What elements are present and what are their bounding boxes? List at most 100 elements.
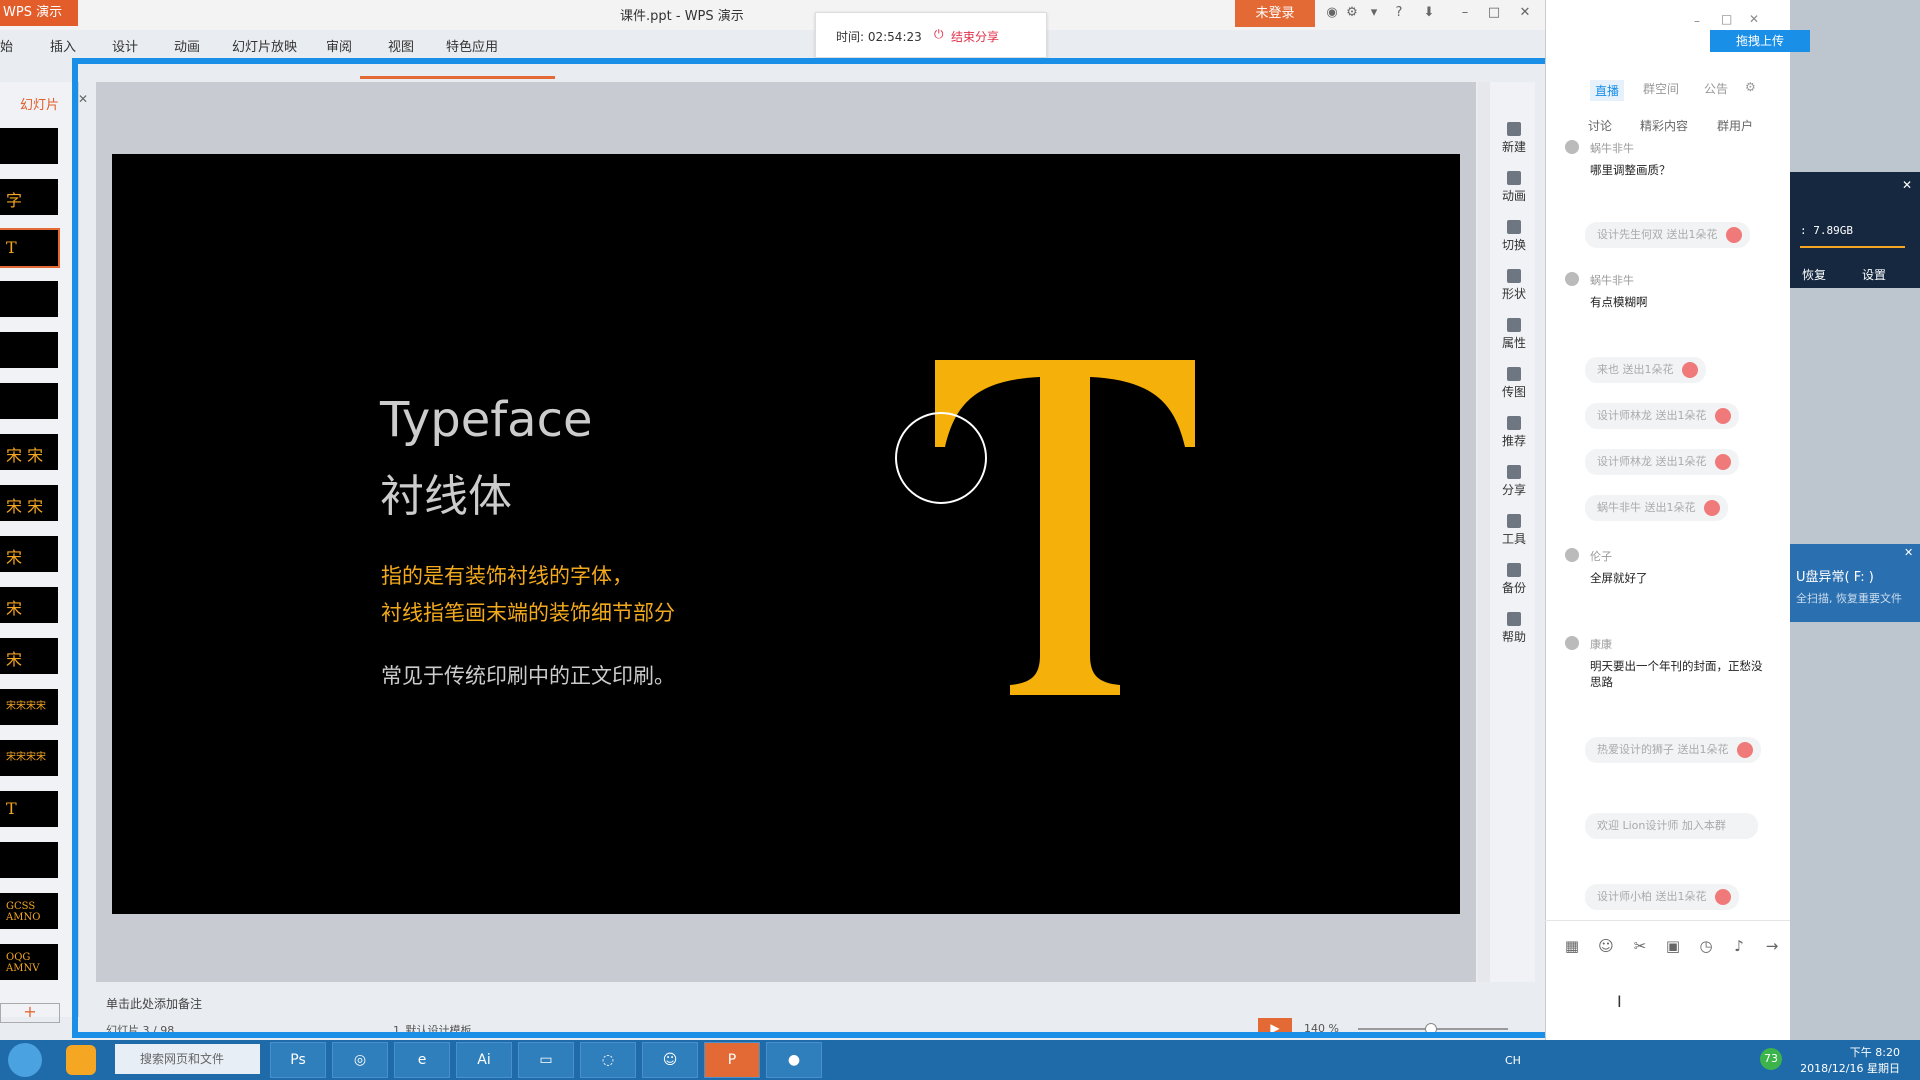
browser-icon[interactable]: ◎	[332, 1042, 388, 1078]
chat-settings-icon[interactable]: ⚙	[1745, 80, 1756, 94]
clock-icon[interactable]: ◷	[1697, 937, 1715, 955]
tool-shape[interactable]: 形状	[1496, 269, 1532, 302]
chat-minimize-icon[interactable]: –	[1694, 14, 1700, 28]
wps-presentation-icon[interactable]: P	[704, 1042, 760, 1078]
chat-username[interactable]: 康康	[1590, 636, 1612, 652]
tool-recommend[interactable]: 推荐	[1496, 416, 1532, 449]
emoji-icon[interactable]: ☺	[1597, 937, 1615, 955]
wechat-icon[interactable]: ◌	[580, 1042, 636, 1078]
slides-panel-title[interactable]: 幻灯片	[20, 94, 59, 113]
ie-icon[interactable]: e	[394, 1042, 450, 1078]
vertical-scrollbar[interactable]	[1478, 82, 1490, 982]
menu-view[interactable]: 视图	[388, 36, 414, 55]
subtab-members[interactable]: 群用户	[1717, 117, 1753, 134]
gift-icon[interactable]: ▦	[1563, 937, 1581, 955]
app-menu-button[interactable]: WPS 演示	[0, 0, 78, 26]
end-share-button[interactable]: 结束分享	[951, 28, 999, 45]
tool-upload-image[interactable]: 传图	[1496, 367, 1532, 400]
slide-thumbnail[interactable]: 字	[0, 179, 58, 215]
taskbar-search[interactable]: 搜索网页和文件	[115, 1044, 260, 1074]
slide-thumbnail[interactable]	[0, 383, 58, 419]
chat-maximize-icon[interactable]: □	[1721, 12, 1732, 26]
play-icon[interactable]: ▶	[1258, 1018, 1292, 1038]
restore-button[interactable]: 恢复	[1802, 266, 1826, 283]
upload-button[interactable]: 拖拽上传	[1710, 30, 1810, 52]
slide-thumbnail[interactable]: 宋 宋	[0, 485, 58, 521]
app-launcher-icon[interactable]	[66, 1045, 96, 1075]
settings-icon[interactable]: ⚙	[1345, 6, 1359, 20]
chat-username[interactable]: 伦子	[1590, 548, 1612, 564]
slide-thumbnail[interactable]: 宋	[0, 638, 58, 674]
send-icon[interactable]: →	[1763, 937, 1781, 955]
usb-alert[interactable]: U盘异常( F: ) 全扫描, 恢复重要文件 ✕	[1790, 544, 1920, 622]
illustrator-icon[interactable]: Ai	[456, 1042, 512, 1078]
settings-button[interactable]: 设置	[1862, 266, 1886, 283]
slide-thumbnail[interactable]	[0, 128, 58, 164]
tab-group-space[interactable]: 群空间	[1643, 80, 1679, 97]
battery-badge[interactable]: 73	[1760, 1048, 1782, 1070]
scissors-icon[interactable]: ✂	[1631, 937, 1649, 955]
feedback-icon[interactable]: ▾	[1367, 6, 1381, 20]
tool-help[interactable]: 帮助	[1496, 612, 1532, 645]
login-button[interactable]: 未登录	[1235, 0, 1315, 27]
avatar[interactable]	[1565, 548, 1579, 562]
ime-indicator[interactable]: CH	[1505, 1054, 1521, 1067]
tab-live[interactable]: 直播	[1590, 80, 1625, 101]
slide-thumbnail[interactable]: OQG AMNV	[0, 944, 58, 980]
close-panel-icon[interactable]: ✕	[78, 92, 88, 106]
avatar[interactable]	[1565, 636, 1579, 650]
tool-share[interactable]: 分享	[1496, 465, 1532, 498]
slide-thumbnail[interactable]: 宋宋宋宋	[0, 689, 58, 725]
slide-thumbnail[interactable]: 宋	[0, 587, 58, 623]
avatar[interactable]	[1565, 140, 1579, 154]
slide-thumbnail[interactable]	[0, 842, 58, 878]
tool-properties[interactable]: 属性	[1496, 318, 1532, 351]
slide-thumbnail[interactable]	[0, 281, 58, 317]
slide-thumbnail[interactable]: 宋宋宋宋	[0, 740, 58, 776]
widget-close-icon[interactable]: ✕	[1902, 178, 1912, 192]
slide-thumbnail[interactable]: 宋	[0, 536, 58, 572]
menu-animation[interactable]: 动画	[174, 36, 200, 55]
slide-thumbnail[interactable]: T	[0, 791, 58, 827]
subtab-discuss[interactable]: 讨论	[1588, 117, 1612, 134]
zoom-slider-handle[interactable]	[1425, 1023, 1437, 1035]
tab-notice[interactable]: 公告	[1704, 80, 1728, 97]
slide-thumbnail[interactable]: GCSS AMNO	[0, 893, 58, 929]
chat-close-icon[interactable]: ✕	[1749, 12, 1759, 26]
menu-insert[interactable]: 插入	[50, 36, 76, 55]
tool-animation[interactable]: 动画	[1496, 171, 1532, 204]
obs-icon[interactable]: ●	[766, 1042, 822, 1078]
image-icon[interactable]: ▣	[1664, 937, 1682, 955]
add-slide-button[interactable]: +	[0, 1003, 60, 1023]
slide-thumbnail[interactable]: 宋 宋	[0, 434, 58, 470]
slide-thumbnail[interactable]	[0, 332, 58, 368]
tool-tools[interactable]: 工具	[1496, 514, 1532, 547]
photoshop-icon[interactable]: Ps	[270, 1042, 326, 1078]
chat-username[interactable]: 蜗牛非牛	[1590, 272, 1634, 288]
help-icon[interactable]: ?	[1392, 6, 1406, 20]
tool-transition[interactable]: 切换	[1496, 220, 1532, 253]
taskbar-clock[interactable]: 下午 8:20 2018/12/16 星期日	[1780, 1044, 1900, 1076]
bell-icon[interactable]: ♪	[1730, 937, 1748, 955]
tool-new[interactable]: 新建	[1496, 122, 1532, 155]
chat-username[interactable]: 蜗牛非牛	[1590, 140, 1634, 156]
maximize-icon[interactable]: □	[1487, 6, 1501, 20]
chat-app-icon[interactable]: ☺	[642, 1042, 698, 1078]
tool-backup[interactable]: 备份	[1496, 563, 1532, 596]
menu-slideshow[interactable]: 幻灯片放映	[232, 36, 297, 55]
menu-review[interactable]: 审阅	[326, 36, 352, 55]
menu-special[interactable]: 特色应用	[446, 36, 498, 55]
minimize-icon[interactable]: –	[1458, 6, 1472, 20]
menu-home[interactable]: 始	[0, 36, 13, 55]
slide[interactable]	[112, 154, 1460, 914]
start-button[interactable]	[8, 1043, 42, 1077]
avatar[interactable]	[1565, 272, 1579, 286]
subtab-highlights[interactable]: 精彩内容	[1640, 117, 1688, 134]
skin-icon[interactable]: ◉	[1325, 6, 1339, 20]
folder-icon[interactable]: ▭	[518, 1042, 574, 1078]
download-icon[interactable]: ⬇	[1422, 6, 1436, 20]
menu-design[interactable]: 设计	[112, 36, 138, 55]
usb-close-icon[interactable]: ✕	[1904, 546, 1913, 559]
notes-area[interactable]: 单击此处添加备注	[96, 988, 1476, 1016]
slide-thumbnail[interactable]: T	[0, 228, 60, 268]
